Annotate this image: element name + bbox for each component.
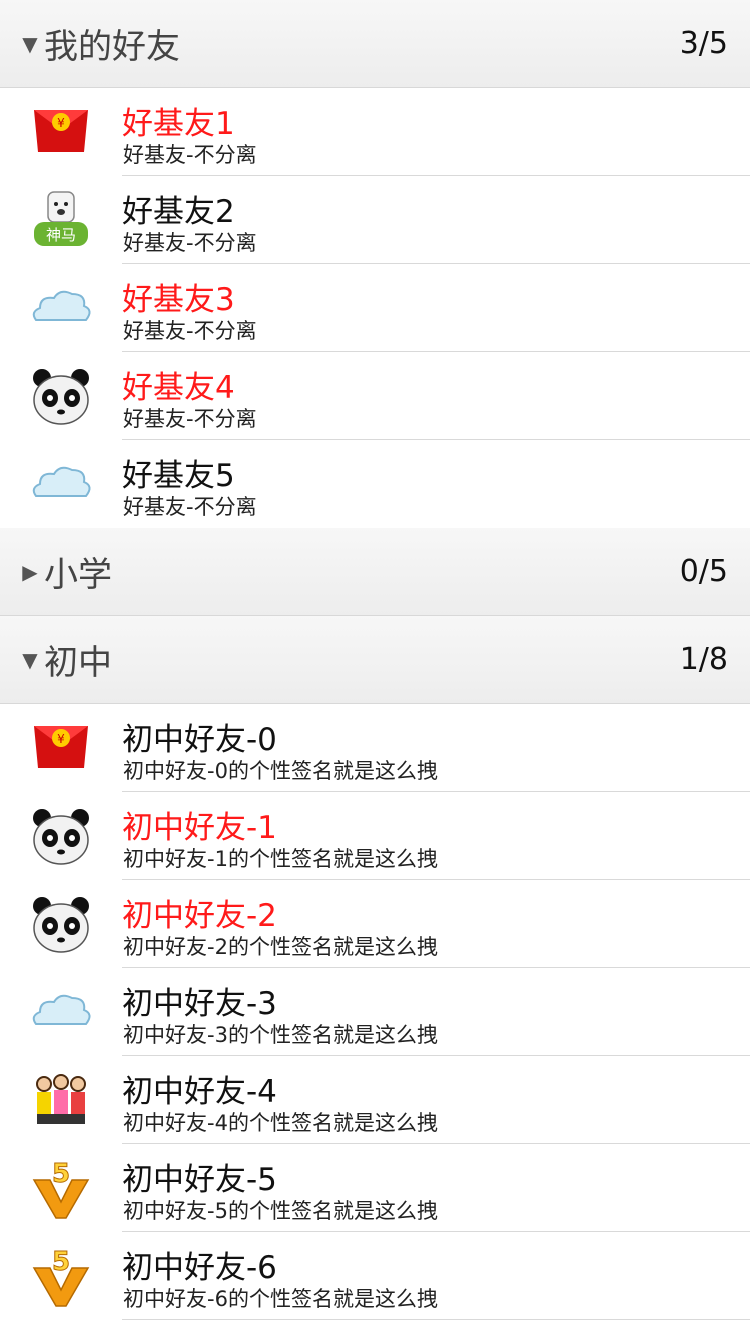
friend-row[interactable]: 好基友3 好基友-不分离 (0, 264, 750, 352)
friend-row[interactable]: 好基友4 好基友-不分离 (0, 352, 750, 440)
cloud-icon (28, 278, 94, 340)
group-online-count: 0/5 (679, 554, 728, 589)
friend-row[interactable]: ¥ 初中好友-0 初中好友-0的个性签名就是这么拽 (0, 704, 750, 792)
panda-icon (28, 806, 94, 868)
friend-signature: 初中好友-0的个性签名就是这么拽 (123, 759, 438, 783)
friend-signature: 好基友-不分离 (123, 231, 257, 255)
friend-row[interactable]: 5 初中好友-5 初中好友-5的个性签名就是这么拽 (0, 1144, 750, 1232)
friend-signature: 初中好友-5的个性签名就是这么拽 (123, 1199, 438, 1223)
friend-name: 初中好友-1 (122, 810, 277, 846)
friend-row[interactable]: 初中好友-2 初中好友-2的个性签名就是这么拽 (0, 880, 750, 968)
vip-5-icon: 5 (28, 1246, 94, 1308)
vip-5-icon: 5 (28, 1158, 94, 1220)
friend-signature: 好基友-不分离 (123, 319, 257, 343)
friend-name: 好基友4 (122, 370, 235, 406)
svg-text:¥: ¥ (57, 116, 65, 130)
group-header-primary-school[interactable]: ▶ 小学 0/5 (0, 528, 750, 616)
group-name: 我的好友 (44, 27, 180, 67)
friend-name: 好基友2 (122, 194, 235, 230)
friend-name: 初中好友-0 (122, 722, 277, 758)
friend-signature: 初中好友-4的个性签名就是这么拽 (123, 1111, 438, 1135)
friend-signature: 好基友-不分离 (123, 407, 257, 431)
friend-row[interactable]: ¥ 好基友1 好基友-不分离 (0, 88, 750, 176)
friend-name: 好基友3 (122, 282, 235, 318)
friend-name: 好基友1 (122, 106, 235, 142)
cloud-icon (28, 454, 94, 516)
friend-row[interactable]: 好基友5 好基友-不分离 (0, 440, 750, 528)
divider (122, 1319, 750, 1320)
group-online-count: 1/8 (679, 642, 728, 677)
expanded-arrow-icon: ▼ (22, 31, 38, 56)
red-envelope-icon: ¥ (28, 102, 94, 164)
friend-signature: 好基友-不分离 (123, 143, 257, 167)
friends-list: ▼ 我的好友 3/5 ¥ 好基友1 好基友-不分离 神马 好基友2 好基友-不分… (0, 0, 750, 1334)
friend-signature: 初中好友-3的个性签名就是这么拽 (123, 1023, 438, 1047)
group-name: 初中 (44, 643, 112, 683)
group-name: 小学 (44, 555, 112, 595)
cloud-icon (28, 982, 94, 1044)
svg-text:¥: ¥ (57, 732, 65, 746)
group-people-icon (28, 1070, 94, 1132)
collapsed-arrow-icon: ▶ (22, 559, 38, 584)
friend-name: 初中好友-5 (122, 1162, 277, 1198)
svg-text:5: 5 (52, 1159, 70, 1189)
friend-row[interactable]: 神马 好基友2 好基友-不分离 (0, 176, 750, 264)
friend-name: 初中好友-4 (122, 1074, 277, 1110)
group-header-my-friends[interactable]: ▼ 我的好友 3/5 (0, 0, 750, 88)
svg-text:神马: 神马 (46, 226, 76, 244)
panda-icon (28, 366, 94, 428)
friend-name: 好基友5 (122, 458, 235, 494)
red-envelope-icon: ¥ (28, 718, 94, 780)
friend-row[interactable]: 初中好友-3 初中好友-3的个性签名就是这么拽 (0, 968, 750, 1056)
friend-name: 初中好友-6 (122, 1250, 277, 1286)
friend-signature: 初中好友-6的个性签名就是这么拽 (123, 1287, 438, 1311)
friend-row[interactable]: 初中好友-1 初中好友-1的个性签名就是这么拽 (0, 792, 750, 880)
friend-name: 初中好友-2 (122, 898, 277, 934)
friend-row[interactable]: 5 初中好友-6 初中好友-6的个性签名就是这么拽 (0, 1232, 750, 1320)
alpaca-shenma-icon: 神马 (28, 190, 94, 252)
friend-signature: 初中好友-1的个性签名就是这么拽 (123, 847, 438, 871)
group-header-middle-school[interactable]: ▼ 初中 1/8 (0, 616, 750, 704)
friend-name: 初中好友-3 (122, 986, 277, 1022)
friend-signature: 好基友-不分离 (123, 495, 257, 519)
expanded-arrow-icon: ▼ (22, 647, 38, 672)
friend-row[interactable]: 初中好友-4 初中好友-4的个性签名就是这么拽 (0, 1056, 750, 1144)
group-online-count: 3/5 (679, 26, 728, 61)
friend-signature: 初中好友-2的个性签名就是这么拽 (123, 935, 438, 959)
svg-text:5: 5 (52, 1247, 70, 1277)
panda-icon (28, 894, 94, 956)
